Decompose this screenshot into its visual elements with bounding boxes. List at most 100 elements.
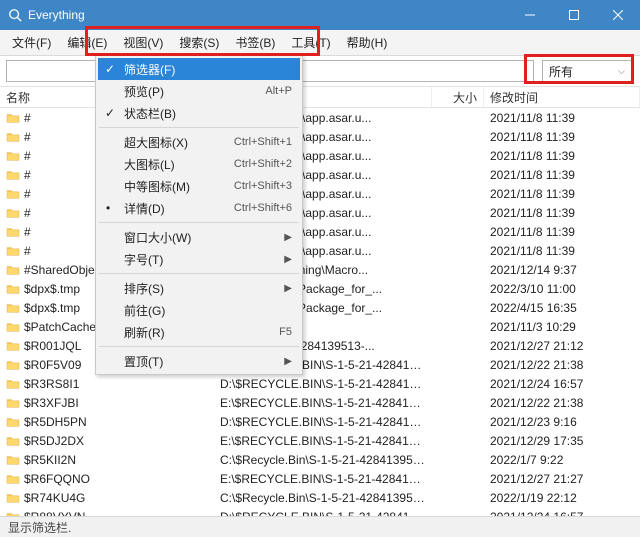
folder-icon xyxy=(6,340,20,352)
menu-shortcut: Ctrl+Shift+1 xyxy=(234,136,292,148)
table-row[interactable]: $R5KII2NC:\$Recycle.Bin\S-1-5-21-4284139… xyxy=(0,450,640,469)
view-menu-item-1[interactable]: 预览(P)Alt+P xyxy=(98,80,300,102)
menu-label: 中等图标(M) xyxy=(124,178,190,195)
row-name: $R6FQQNO xyxy=(24,472,90,486)
table-row[interactable]: $R74KU4GC:\$Recycle.Bin\S-1-5-21-4284139… xyxy=(0,488,640,507)
chevron-down-icon: ⌵ xyxy=(618,66,625,77)
view-menu-item-2[interactable]: ✓状态栏(B) xyxy=(98,102,300,124)
menu-label: 状态栏(B) xyxy=(124,105,176,122)
folder-icon xyxy=(6,188,20,200)
row-name: # xyxy=(24,206,31,220)
folder-icon xyxy=(6,397,20,409)
menu-item-2[interactable]: 视图(V) xyxy=(115,31,171,54)
row-name: $R0F5V09 xyxy=(24,358,81,372)
menu-label: 刷新(R) xyxy=(124,324,165,341)
folder-icon xyxy=(6,416,20,428)
folder-icon xyxy=(6,169,20,181)
chevron-right-icon: ▶ xyxy=(284,232,292,243)
view-menu-item-10[interactable]: 字号(T)▶ xyxy=(98,248,300,270)
bullet-icon: • xyxy=(106,201,114,215)
status-bar: 显示筛选栏. xyxy=(0,516,640,537)
menu-separator xyxy=(99,273,299,274)
menu-item-1[interactable]: 编辑(E) xyxy=(59,31,115,54)
menu-item-0[interactable]: 文件(F) xyxy=(4,31,59,54)
row-date: 2021/11/8 11:39 xyxy=(484,130,640,144)
row-date: 2021/11/8 11:39 xyxy=(484,149,640,163)
row-date: 2022/1/19 22:12 xyxy=(484,491,640,505)
menu-shortcut: Alt+P xyxy=(265,85,292,97)
menu-item-5[interactable]: 工具(T) xyxy=(283,31,338,54)
folder-icon xyxy=(6,264,20,276)
row-date: 2021/11/8 11:39 xyxy=(484,244,640,258)
view-menu-dropdown: ✓ 筛选器(F) 预览(P)Alt+P✓状态栏(B) 超大图标(X) Ctrl+Shif… xyxy=(95,55,303,375)
menu-separator xyxy=(99,127,299,128)
view-menu-item-13[interactable]: 前往(G) xyxy=(98,299,300,321)
table-row[interactable]: $R5DH5PN D:\$RECYCLE.BIN\S-1-5-21-4284139… xyxy=(0,412,640,431)
table-row[interactable]: $R6FQQNOE:\$RECYCLE.BIN\S-1-5-21-4284139… xyxy=(0,469,640,488)
row-date: 2021/12/22 21:38 xyxy=(484,358,640,372)
row-name: $R3XFJBI xyxy=(24,396,79,410)
view-menu-item-9[interactable]: 窗口大小(W)▶ xyxy=(98,226,300,248)
menu-item-6[interactable]: 帮助(H) xyxy=(339,31,396,54)
menu-label: 筛选器(F) xyxy=(124,61,175,78)
row-name: $PatchCache$ xyxy=(24,320,103,334)
row-name: # xyxy=(24,168,31,182)
row-date: 2021/12/23 9:16 xyxy=(484,415,640,429)
folder-icon xyxy=(6,112,20,124)
close-button[interactable] xyxy=(596,0,640,30)
view-menu-item-4[interactable]: 超大图标(X) Ctrl+Shift+1 xyxy=(98,131,300,153)
row-date: 2021/11/8 11:39 xyxy=(484,225,640,239)
row-name: # xyxy=(24,130,31,144)
row-name: $dpx$.tmp xyxy=(24,301,80,315)
view-menu-item-6[interactable]: 中等图标(M)Ctrl+Shift+3 xyxy=(98,175,300,197)
row-date: 2021/11/8 11:39 xyxy=(484,168,640,182)
filter-dropdown[interactable]: 所有 ⌵ xyxy=(542,60,632,82)
row-name: $R3RS8I1 xyxy=(24,377,79,391)
row-path: D:\$RECYCLE.BIN\S-1-5-21-4284139513-... xyxy=(214,415,432,429)
view-menu-item-0[interactable]: ✓ 筛选器(F) xyxy=(98,58,300,80)
col-header-date[interactable]: 修改时间 xyxy=(484,87,640,107)
folder-icon xyxy=(6,207,20,219)
folder-icon xyxy=(6,302,20,314)
folder-icon xyxy=(6,321,20,333)
row-path: E:\$RECYCLE.BIN\S-1-5-21-4284139513-... xyxy=(214,434,432,448)
menu-label: 大图标(L) xyxy=(124,156,175,173)
row-name: # xyxy=(24,225,31,239)
maximize-button[interactable] xyxy=(552,0,596,30)
folder-icon xyxy=(6,131,20,143)
view-menu-item-7[interactable]: •详情(D)Ctrl+Shift+6 xyxy=(98,197,300,219)
menu-item-3[interactable]: 搜索(S) xyxy=(171,31,227,54)
row-date: 2021/11/8 11:39 xyxy=(484,111,640,125)
row-date: 2021/12/27 21:27 xyxy=(484,472,640,486)
folder-icon xyxy=(6,283,20,295)
folder-icon xyxy=(6,454,20,466)
row-date: 2022/4/15 16:35 xyxy=(484,301,640,315)
menu-shortcut: Ctrl+Shift+2 xyxy=(234,158,292,170)
window-title: Everything xyxy=(28,8,508,22)
table-row[interactable]: $R3RS8I1D:\$RECYCLE.BIN\S-1-5-21-4284139… xyxy=(0,374,640,393)
row-name: $R5DJ2DX xyxy=(24,434,84,448)
check-icon: ✓ xyxy=(104,62,116,76)
window-controls xyxy=(508,0,640,30)
menu-label: 排序(S) xyxy=(124,280,164,297)
view-menu-item-16[interactable]: 置顶(T)▶ xyxy=(98,350,300,372)
menu-item-4[interactable]: 书签(B) xyxy=(227,31,283,54)
table-row[interactable]: $R3XFJBI E:\$RECYCLE.BIN\S-1-5-21-4284139… xyxy=(0,393,640,412)
table-row[interactable]: $R5DJ2DX E:\$RECYCLE.BIN\S-1-5-21-4284139… xyxy=(0,431,640,450)
menu-label: 超大图标(X) xyxy=(124,134,188,151)
view-menu-item-12[interactable]: 排序(S)▶ xyxy=(98,277,300,299)
row-path: E:\$RECYCLE.BIN\S-1-5-21-4284139513-... xyxy=(214,396,432,410)
app-icon xyxy=(8,8,22,22)
folder-icon xyxy=(6,359,20,371)
minimize-button[interactable] xyxy=(508,0,552,30)
menu-shortcut: Ctrl+Shift+6 xyxy=(234,202,292,214)
menu-label: 字号(T) xyxy=(124,251,163,268)
col-header-size[interactable]: 大小 xyxy=(432,87,484,107)
row-name: # xyxy=(24,111,31,125)
view-menu-item-5[interactable]: 大图标(L) Ctrl+Shift+2 xyxy=(98,153,300,175)
row-name: $R74KU4G xyxy=(24,491,85,505)
view-menu-item-14[interactable]: 刷新(R)F5 xyxy=(98,321,300,343)
row-name: $R001JQL xyxy=(24,339,81,353)
row-name: $R5DH5PN xyxy=(24,415,87,429)
row-date: 2021/12/24 16:57 xyxy=(484,377,640,391)
